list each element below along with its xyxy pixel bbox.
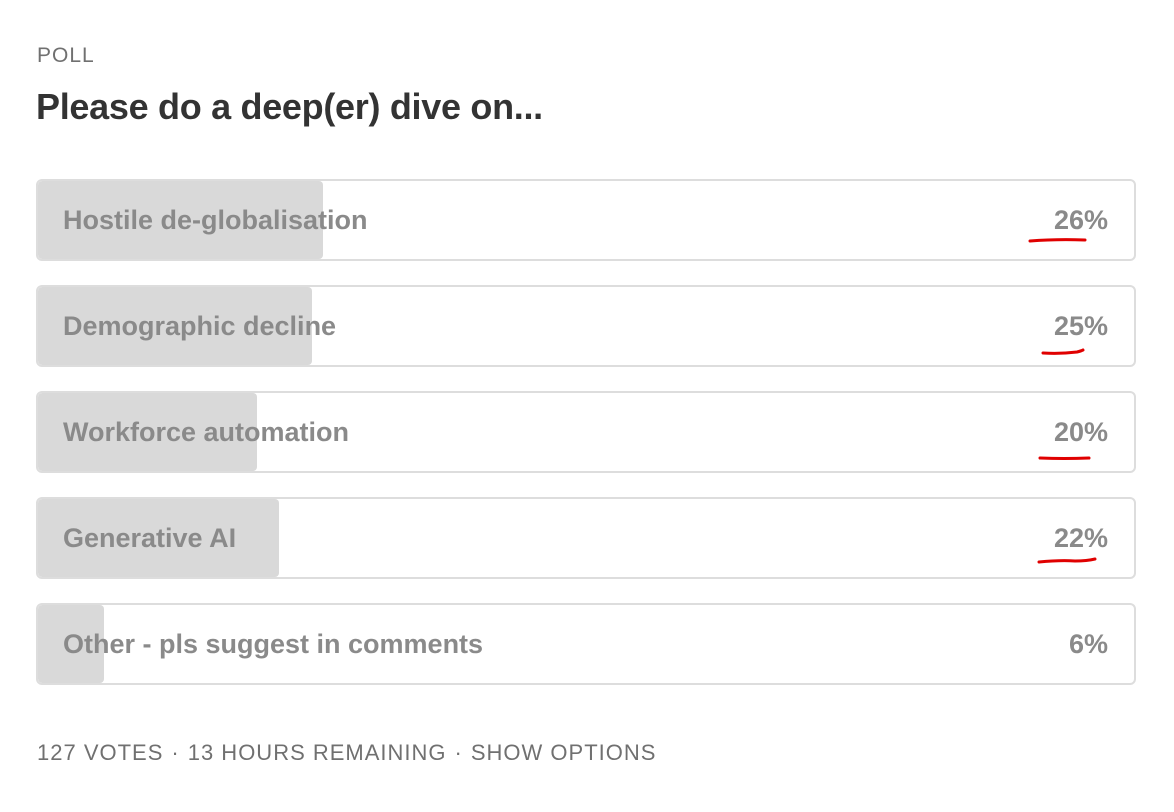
option-label: Generative AI xyxy=(63,523,237,553)
option-label: Demographic decline xyxy=(63,311,337,341)
option-percent: 22% xyxy=(1053,523,1108,553)
option-label: Other - pls suggest in comments xyxy=(63,629,484,659)
poll-option-workforce-automation[interactable]: Workforce automation 20% xyxy=(36,391,1136,473)
poll-option-generative-ai[interactable]: Generative AI 22% xyxy=(36,497,1136,579)
footer-separator: · xyxy=(171,740,180,765)
poll-option-hostile-de-globalisation[interactable]: Hostile de-globalisation 26% xyxy=(36,179,1136,261)
option-percent: 26% xyxy=(1053,205,1108,235)
poll-footer: 127 VOTES · 13 HOURS REMAINING · SHOW OPTION… xyxy=(37,740,656,766)
show-options-link[interactable]: SHOW OPTIONS xyxy=(471,740,657,765)
option-percent: 25% xyxy=(1053,311,1108,341)
option-label: Hostile de-globalisation xyxy=(63,205,368,235)
vote-count: 127 VOTES xyxy=(37,740,164,765)
poll-option-demographic-decline[interactable]: Demographic decline 25% xyxy=(36,285,1136,367)
option-percent: 20% xyxy=(1053,417,1108,447)
poll-options: Hostile de-globalisation 26% Demographic… xyxy=(36,179,1136,709)
poll-option-other[interactable]: Other - pls suggest in comments 6% xyxy=(36,603,1136,685)
option-percent: 6% xyxy=(1068,629,1108,659)
option-label: Workforce automation xyxy=(63,417,350,447)
poll-label: POLL xyxy=(37,44,95,67)
footer-separator: · xyxy=(454,740,463,765)
time-remaining: 13 HOURS REMAINING xyxy=(187,740,447,765)
poll-title: Please do a deep(er) dive on... xyxy=(36,86,543,127)
poll-widget: POLL Please do a deep(er) dive on... Hos… xyxy=(0,0,1174,812)
